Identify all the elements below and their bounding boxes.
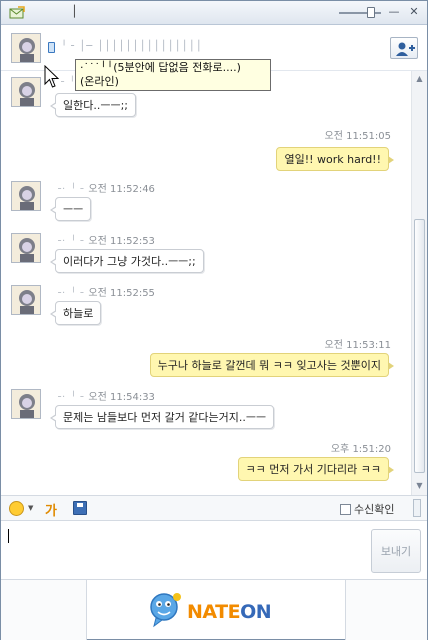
tooltip-line-2: (온라인) bbox=[80, 75, 119, 88]
chat-history[interactable]: ╵╶ ╵╶ 일한다..ㅡㅡ;; 오전 11:51:05 열일!! work ha… bbox=[1, 71, 411, 495]
checkbox-box[interactable] bbox=[340, 504, 351, 515]
add-buddy-button[interactable] bbox=[390, 37, 418, 59]
toolbar-scrollbar[interactable] bbox=[413, 499, 421, 517]
logo-on: ON bbox=[240, 601, 272, 623]
avatar-image bbox=[12, 286, 40, 314]
logo-nate: NATE bbox=[187, 601, 241, 623]
incoming-message: 이러다가 그냥 가것다..ㅡㅡ;; bbox=[50, 249, 204, 273]
incoming-message: 일한다..ㅡㅡ;; bbox=[49, 93, 137, 117]
message-time: 오전 11:52:55 bbox=[88, 288, 155, 299]
incoming-message: 문제는 남들보다 먼저 갈거 같다는거지..ㅡㅡ bbox=[49, 405, 275, 429]
mobile-phone-icon bbox=[48, 42, 55, 53]
avatar-image bbox=[12, 182, 40, 210]
read-receipt-checkbox[interactable]: 수신확인 bbox=[340, 501, 394, 517]
banner-left-panel bbox=[1, 580, 87, 640]
window-title: │ bbox=[71, 5, 78, 18]
minimize-icon[interactable]: — bbox=[387, 5, 401, 19]
message-avatar[interactable] bbox=[11, 181, 41, 211]
emoticon-dropdown-icon[interactable]: ▼ bbox=[28, 504, 33, 512]
banner-right-panel bbox=[345, 580, 427, 640]
chat-scrollbar[interactable]: ▲ ▼ bbox=[411, 71, 427, 495]
message-meta: ╶· ╵╶ 오전 11:52:53 bbox=[55, 232, 155, 247]
message-avatar[interactable] bbox=[11, 233, 41, 263]
read-receipt-label: 수신확인 bbox=[354, 503, 395, 516]
text-cursor bbox=[8, 529, 9, 543]
message-time: 오후 1:51:20 bbox=[330, 444, 391, 455]
message-toolbar: ▼ 가 수신확인 bbox=[1, 495, 427, 521]
tooltip-line-1: ·˙˙˙╵╵(5분안에 답없음 전화로....) bbox=[80, 61, 241, 74]
incoming-message: ㅡㅡ bbox=[49, 197, 92, 221]
sender-nick: ╶· ╵╶ bbox=[55, 288, 85, 299]
message-avatar[interactable] bbox=[11, 77, 41, 107]
message-input[interactable] bbox=[5, 525, 363, 575]
scroll-up-arrow-icon[interactable]: ▲ bbox=[414, 74, 425, 84]
avatar-image bbox=[12, 390, 40, 418]
title-bar[interactable]: │ — ✕ bbox=[1, 1, 427, 25]
compose-area: 보내기 bbox=[1, 521, 427, 579]
send-button[interactable]: 보내기 bbox=[371, 529, 421, 573]
message-avatar[interactable] bbox=[11, 285, 41, 315]
message-meta: ╶· ╵╶ 오전 11:52:46 bbox=[55, 180, 155, 195]
avatar-image bbox=[12, 78, 40, 106]
mouse-pointer-icon bbox=[44, 65, 60, 88]
close-icon[interactable]: ✕ bbox=[407, 5, 421, 19]
message-meta: ╶· ╵╶ 오전 11:52:55 bbox=[55, 284, 155, 299]
envelope-icon bbox=[9, 6, 25, 19]
outgoing-message: ㅋㅋ 먼저 가서 기다리라 ㅋㅋ bbox=[237, 457, 395, 481]
add-user-icon bbox=[396, 42, 415, 56]
sender-nick: ╶· ╵╶ bbox=[55, 236, 85, 247]
save-icon[interactable] bbox=[73, 501, 87, 515]
message-time: 오전 11:51:05 bbox=[324, 131, 392, 142]
emoticon-icon[interactable] bbox=[9, 501, 24, 516]
message-time: 오전 11:52:46 bbox=[88, 184, 155, 195]
outgoing-message: 열일!! work hard!! bbox=[276, 147, 394, 171]
outgoing-message: 누구나 하늘로 갈껀데 뭐 ㅋㅋ 잊고사는 것뿐이지 bbox=[149, 353, 395, 377]
incoming-message: 하늘로 bbox=[49, 301, 102, 325]
message-meta: ╶· ╵╶ 오전 11:54:33 bbox=[55, 388, 155, 403]
nateon-logo-text: NATEON bbox=[187, 601, 272, 623]
sender-nick: ╶· ╵╶ bbox=[55, 184, 85, 195]
avatar-image bbox=[12, 34, 40, 62]
scroll-thumb[interactable] bbox=[414, 219, 425, 473]
sender-nick: ╶· ╵╶ bbox=[55, 392, 85, 403]
ad-banner[interactable]: NATEON bbox=[1, 579, 427, 640]
buddy-name-status: ╵╶ │─ │││││││││││││││ bbox=[61, 41, 203, 52]
message-avatar[interactable] bbox=[11, 389, 41, 419]
avatar-image bbox=[12, 234, 40, 262]
opacity-slider-handle[interactable] bbox=[367, 7, 375, 18]
buddy-tooltip: ·˙˙˙╵╵(5분안에 답없음 전화로....) (온라인) bbox=[75, 59, 271, 91]
font-button[interactable]: 가 bbox=[45, 500, 57, 519]
nateon-logo-icon bbox=[150, 593, 181, 628]
message-time: 오전 11:54:33 bbox=[88, 392, 155, 403]
chat-window: │ — ✕ ╵╶ │─ │││││││││││││││ ·˙˙˙╵╵(5분안에 … bbox=[0, 0, 428, 640]
scroll-down-arrow-icon[interactable]: ▼ bbox=[414, 481, 425, 491]
message-time: 오전 11:53:11 bbox=[324, 340, 392, 351]
buddy-avatar[interactable] bbox=[11, 33, 41, 63]
message-time: 오전 11:52:53 bbox=[88, 236, 155, 247]
